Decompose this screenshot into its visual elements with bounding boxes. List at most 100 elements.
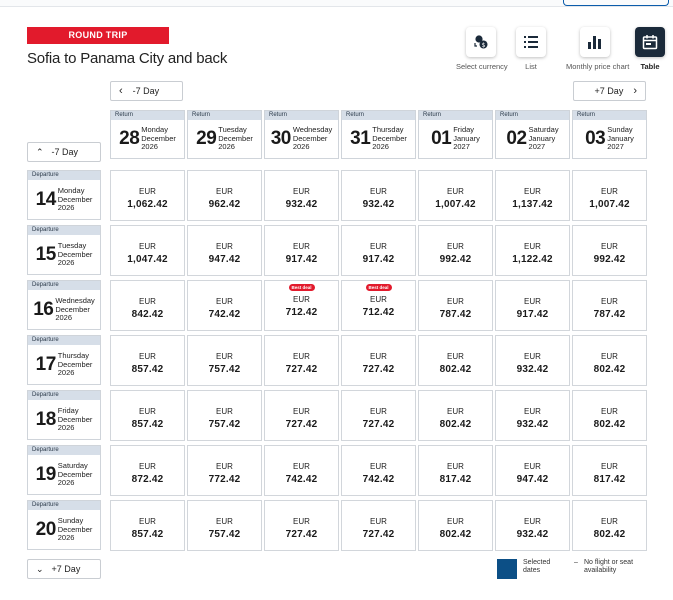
date-text: Tuesday December 2026 (57, 241, 93, 268)
view-select-currency[interactable]: $ Select currency (456, 27, 508, 71)
departure-tag: Departure (28, 226, 100, 235)
price-amount: 947.42 (208, 254, 241, 265)
price-currency: EUR (293, 295, 310, 304)
departure-date-header: Departure 19 Saturday December 2026 (27, 445, 101, 495)
date-text: Wednesday December 2026 (55, 296, 95, 323)
price-cell[interactable]: EUR 757.42 (187, 500, 262, 551)
price-cell[interactable]: EUR 757.42 (187, 390, 262, 441)
price-currency: EUR (447, 242, 464, 251)
price-cell[interactable]: EUR 727.42 (341, 500, 416, 551)
top-button-edge[interactable] (563, 0, 669, 6)
price-amount: 932.42 (362, 199, 395, 210)
price-cell[interactable]: EUR 872.42 (110, 445, 185, 496)
price-cell[interactable]: EUR 932.42 (495, 335, 570, 386)
price-cell[interactable]: EUR 947.42 (495, 445, 570, 496)
price-amount: 1,062.42 (127, 199, 168, 210)
price-cell[interactable]: EUR 802.42 (572, 335, 647, 386)
price-cell[interactable]: EUR 932.42 (495, 390, 570, 441)
price-cell[interactable]: EUR 742.42 (187, 280, 262, 331)
price-cell[interactable]: EUR 917.42 (341, 225, 416, 276)
price-amount: 757.42 (208, 529, 241, 540)
next-departure-week-button[interactable]: ⌄ +7 Day (27, 559, 101, 579)
price-currency: EUR (524, 462, 541, 471)
price-cell[interactable]: EUR 772.42 (187, 445, 262, 496)
best-deal-badge: Best deal (365, 284, 392, 291)
price-cell[interactable]: EUR 787.42 (572, 280, 647, 331)
price-cell[interactable]: EUR 802.42 (572, 500, 647, 551)
price-cell[interactable]: EUR 727.42 (264, 335, 339, 386)
price-cell[interactable]: EUR 1,007.42 (572, 170, 647, 221)
price-currency: EUR (524, 242, 541, 251)
price-cell[interactable]: EUR 742.42 (264, 445, 339, 496)
view-table[interactable]: Table (634, 27, 666, 71)
price-cell[interactable]: EUR 917.42 (264, 225, 339, 276)
price-cell[interactable]: EUR 857.42 (110, 335, 185, 386)
price-cell[interactable]: EUR 802.42 (572, 390, 647, 441)
price-cell[interactable]: EUR 917.42 (495, 280, 570, 331)
price-cell[interactable]: Best deal EUR 712.42 (264, 280, 339, 331)
price-cell[interactable]: EUR 932.42 (495, 500, 570, 551)
price-cell[interactable]: EUR 1,007.42 (418, 170, 493, 221)
price-cell[interactable]: EUR 727.42 (264, 500, 339, 551)
price-cell[interactable]: EUR 802.42 (418, 500, 493, 551)
date-text: Saturday December 2026 (57, 461, 93, 488)
price-cell[interactable]: EUR 817.42 (418, 445, 493, 496)
price-cell[interactable]: EUR 742.42 (341, 445, 416, 496)
next-return-week-button[interactable]: +7 Day › (573, 81, 646, 101)
price-amount: 917.42 (362, 254, 395, 265)
day-number: 02 (506, 128, 527, 149)
price-cell[interactable]: EUR 727.42 (341, 390, 416, 441)
day-number: 17 (35, 354, 57, 375)
price-cell[interactable]: EUR 947.42 (187, 225, 262, 276)
price-cell[interactable]: EUR 727.42 (264, 390, 339, 441)
date-text: Friday December 2026 (57, 406, 93, 433)
list-icon (516, 27, 546, 57)
price-amount: 787.42 (439, 309, 472, 320)
dash-icon: – (574, 559, 578, 566)
best-deal-badge: Best deal (288, 284, 315, 291)
chevron-down-icon: ⌄ (36, 563, 44, 574)
prev-departure-week-button[interactable]: ⌃ -7 Day (27, 142, 101, 162)
prev-return-week-button[interactable]: ‹ -7 Day (110, 81, 183, 101)
day-number: 01 (431, 128, 452, 149)
price-cell[interactable]: EUR 727.42 (341, 335, 416, 386)
price-cell[interactable]: EUR 857.42 (110, 390, 185, 441)
price-currency: EUR (601, 297, 618, 306)
price-cell[interactable]: EUR 962.42 (187, 170, 262, 221)
price-amount: 802.42 (593, 529, 626, 540)
price-currency: EUR (216, 187, 233, 196)
day-number: 14 (35, 189, 57, 210)
price-amount: 872.42 (131, 474, 164, 485)
price-amount: 932.42 (516, 419, 549, 430)
price-cell[interactable]: EUR 932.42 (341, 170, 416, 221)
view-list[interactable]: List (516, 27, 546, 71)
price-cell[interactable]: EUR 757.42 (187, 335, 262, 386)
date-text: Monday December 2026 (57, 186, 93, 213)
price-amount: 857.42 (131, 529, 164, 540)
price-amount: 842.42 (131, 309, 164, 320)
price-currency: EUR (139, 462, 156, 471)
price-amount: 742.42 (362, 474, 395, 485)
price-cell[interactable]: EUR 1,137.42 (495, 170, 570, 221)
price-cell[interactable]: EUR 787.42 (418, 280, 493, 331)
price-cell[interactable]: EUR 932.42 (264, 170, 339, 221)
price-currency: EUR (447, 407, 464, 416)
departure-tag: Departure (28, 501, 100, 510)
price-cell[interactable]: EUR 857.42 (110, 500, 185, 551)
price-cell[interactable]: EUR 1,062.42 (110, 170, 185, 221)
price-amount: 857.42 (131, 364, 164, 375)
price-cell[interactable]: EUR 817.42 (572, 445, 647, 496)
price-cell[interactable]: Best deal EUR 712.42 (341, 280, 416, 331)
price-cell[interactable]: EUR 802.42 (418, 390, 493, 441)
price-cell[interactable]: EUR 1,122.42 (495, 225, 570, 276)
price-cell[interactable]: EUR 1,047.42 (110, 225, 185, 276)
price-currency: EUR (216, 407, 233, 416)
price-cell[interactable]: EUR 992.42 (572, 225, 647, 276)
price-cell[interactable]: EUR 992.42 (418, 225, 493, 276)
price-cell[interactable]: EUR 842.42 (110, 280, 185, 331)
return-tag: Return (111, 111, 184, 120)
price-cell[interactable]: EUR 802.42 (418, 335, 493, 386)
day-number: 03 (585, 128, 606, 149)
price-currency: EUR (524, 352, 541, 361)
view-monthly-price-chart[interactable]: Monthly price chart (566, 27, 629, 71)
